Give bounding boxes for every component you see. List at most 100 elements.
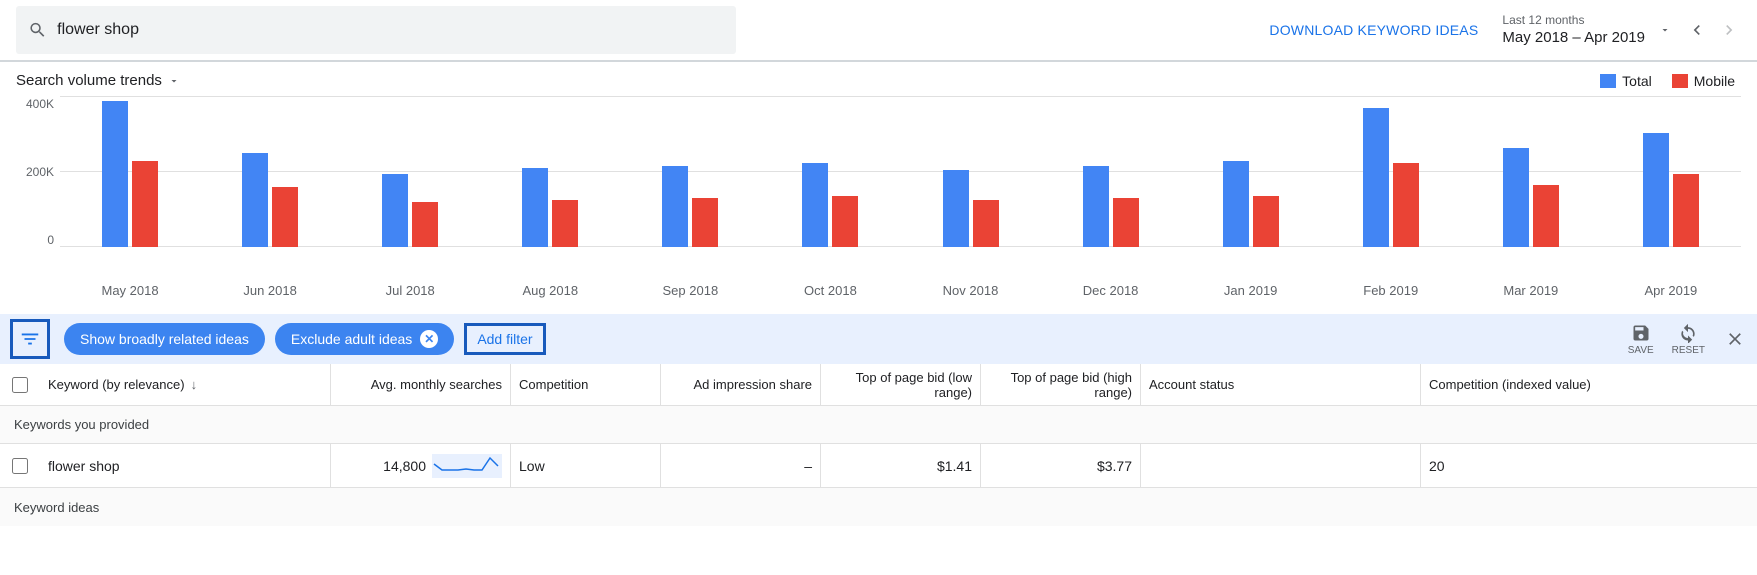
funnel-icon bbox=[19, 328, 41, 350]
reset-icon bbox=[1678, 323, 1698, 343]
bar-mobile bbox=[1393, 163, 1419, 247]
chip-label: Show broadly related ideas bbox=[80, 331, 249, 347]
search-icon bbox=[28, 20, 47, 40]
col-header-account-status[interactable]: Account status bbox=[1140, 364, 1420, 405]
chart-metric-label: Search volume trends bbox=[16, 72, 162, 89]
bar-total bbox=[242, 153, 268, 247]
bar-mobile bbox=[272, 187, 298, 247]
bar-total bbox=[1083, 166, 1109, 247]
search-input[interactable] bbox=[57, 21, 724, 39]
date-range-picker[interactable]: Last 12 months May 2018 – Apr 2019 bbox=[1502, 13, 1645, 47]
col-header-low-bid[interactable]: Top of page bid (low range) bbox=[820, 364, 980, 405]
save-filters-button[interactable]: SAVE bbox=[1628, 323, 1654, 356]
chip-label: Exclude adult ideas bbox=[291, 331, 412, 347]
bar-group bbox=[480, 97, 620, 247]
col-header-competition-index[interactable]: Competition (indexed value) bbox=[1420, 364, 1757, 405]
legend-label-mobile: Mobile bbox=[1694, 73, 1735, 89]
table-header-row: Keyword (by relevance) ↓ Avg. monthly se… bbox=[0, 364, 1757, 406]
col-header-impression[interactable]: Ad impression share bbox=[660, 364, 820, 405]
col-header-keyword[interactable]: Keyword (by relevance) ↓ bbox=[40, 364, 330, 405]
bar-total bbox=[382, 174, 408, 247]
chart-y-axis: 400K 200K 0 bbox=[16, 97, 60, 247]
filter-chip-exclude-adult[interactable]: Exclude adult ideas ✕ bbox=[275, 323, 454, 355]
section-keywords-provided: Keywords you provided bbox=[0, 406, 1757, 444]
col-header-avg[interactable]: Avg. monthly searches bbox=[330, 364, 510, 405]
bar-mobile bbox=[552, 200, 578, 247]
cell-keyword: flower shop bbox=[40, 444, 330, 487]
save-icon bbox=[1631, 323, 1651, 343]
bar-total bbox=[943, 170, 969, 247]
bar-mobile bbox=[1533, 185, 1559, 247]
x-axis-label: Feb 2019 bbox=[1321, 277, 1461, 298]
cell-competition: Low bbox=[510, 444, 660, 487]
bar-mobile bbox=[1673, 174, 1699, 247]
bar-group bbox=[1041, 97, 1181, 247]
legend-swatch-total bbox=[1600, 74, 1616, 88]
bar-total bbox=[1223, 161, 1249, 247]
chip-remove-icon[interactable]: ✕ bbox=[420, 330, 438, 348]
bar-group bbox=[1321, 97, 1461, 247]
date-main-label: May 2018 – Apr 2019 bbox=[1502, 29, 1645, 47]
reset-filters-button[interactable]: RESET bbox=[1672, 323, 1705, 356]
reset-label: RESET bbox=[1672, 345, 1705, 356]
x-axis-label: Nov 2018 bbox=[900, 277, 1040, 298]
x-axis-label: Jun 2018 bbox=[200, 277, 340, 298]
bar-group bbox=[1181, 97, 1321, 247]
x-axis-label: Oct 2018 bbox=[760, 277, 900, 298]
x-axis-label: Mar 2019 bbox=[1461, 277, 1601, 298]
date-sub-label: Last 12 months bbox=[1502, 13, 1645, 27]
bar-group bbox=[1461, 97, 1601, 247]
col-header-competition[interactable]: Competition bbox=[510, 364, 660, 405]
bar-mobile bbox=[692, 198, 718, 247]
close-icon bbox=[1725, 329, 1745, 349]
filter-chip-broadly-related[interactable]: Show broadly related ideas bbox=[64, 323, 265, 355]
bar-total bbox=[1363, 108, 1389, 247]
chart-x-axis: May 2018Jun 2018Jul 2018Aug 2018Sep 2018… bbox=[60, 277, 1741, 298]
bar-group bbox=[900, 97, 1040, 247]
row-checkbox[interactable] bbox=[12, 458, 28, 474]
x-axis-label: Sep 2018 bbox=[620, 277, 760, 298]
prev-period-button[interactable] bbox=[1685, 18, 1709, 42]
bar-total bbox=[662, 166, 688, 247]
bar-group bbox=[620, 97, 760, 247]
cell-impression: – bbox=[660, 444, 820, 487]
chart-plot-area bbox=[60, 97, 1741, 247]
bar-mobile bbox=[832, 196, 858, 247]
chart-legend: Total Mobile bbox=[1600, 73, 1741, 89]
bar-group bbox=[760, 97, 900, 247]
cell-competition-index: 20 bbox=[1420, 444, 1757, 487]
cell-high-bid: $3.77 bbox=[980, 444, 1140, 487]
select-all-checkbox[interactable] bbox=[12, 377, 28, 393]
next-period-button[interactable] bbox=[1717, 18, 1741, 42]
cell-low-bid: $1.41 bbox=[820, 444, 980, 487]
bar-total bbox=[102, 101, 128, 247]
dropdown-caret-icon[interactable] bbox=[1653, 18, 1677, 42]
cell-avg: 14,800 bbox=[330, 444, 510, 487]
col-header-high-bid[interactable]: Top of page bid (high range) bbox=[980, 364, 1140, 405]
bar-mobile bbox=[1253, 196, 1279, 247]
add-filter-button[interactable]: Add filter bbox=[464, 323, 545, 355]
bar-total bbox=[1503, 148, 1529, 247]
bar-total bbox=[1643, 133, 1669, 247]
close-filter-bar-button[interactable] bbox=[1723, 327, 1747, 351]
x-axis-label: Dec 2018 bbox=[1041, 277, 1181, 298]
x-axis-label: May 2018 bbox=[60, 277, 200, 298]
cell-account-status bbox=[1140, 444, 1420, 487]
bar-group bbox=[60, 97, 200, 247]
table-row[interactable]: flower shop 14,800 Low – $1.41 $3.77 20 bbox=[0, 444, 1757, 488]
bar-total bbox=[802, 163, 828, 247]
x-axis-label: Apr 2019 bbox=[1601, 277, 1741, 298]
download-keyword-ideas-link[interactable]: DOWNLOAD KEYWORD IDEAS bbox=[1269, 22, 1478, 38]
bar-total bbox=[522, 168, 548, 247]
x-axis-label: Jan 2019 bbox=[1181, 277, 1321, 298]
legend-label-total: Total bbox=[1622, 73, 1652, 89]
filter-toggle-button[interactable] bbox=[10, 319, 50, 359]
section-keyword-ideas: Keyword ideas bbox=[0, 488, 1757, 526]
search-box[interactable] bbox=[16, 6, 736, 54]
add-filter-label: Add filter bbox=[477, 331, 532, 347]
bar-group bbox=[340, 97, 480, 247]
save-label: SAVE bbox=[1628, 345, 1654, 356]
chart-metric-dropdown[interactable]: Search volume trends bbox=[16, 72, 180, 89]
bar-group bbox=[1601, 97, 1741, 247]
sort-arrow-icon: ↓ bbox=[191, 377, 198, 392]
